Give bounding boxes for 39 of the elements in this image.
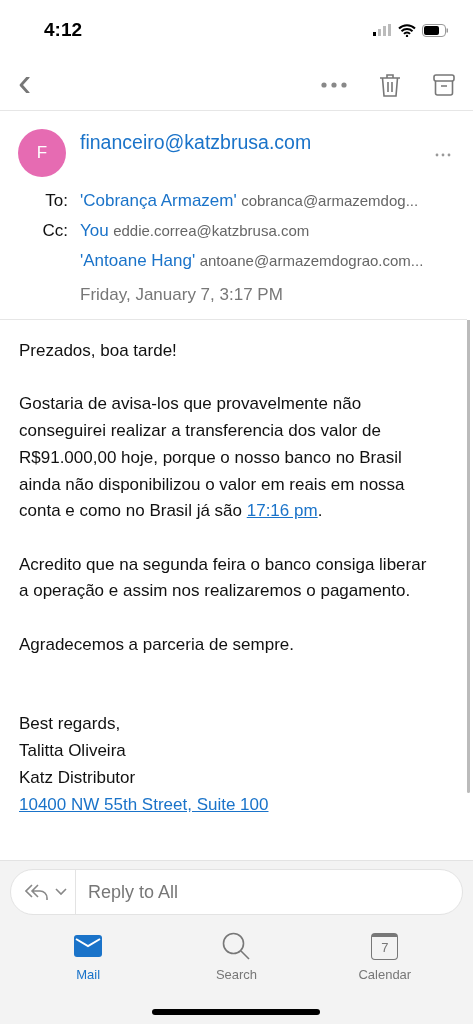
signature-line: Best regards,: [19, 713, 121, 736]
signature-line: Talitta Oliveira: [19, 740, 126, 763]
back-button[interactable]: ‹: [18, 62, 32, 102]
more-button[interactable]: [321, 82, 347, 88]
reply-all-icon: [25, 883, 49, 901]
delete-button[interactable]: [379, 73, 401, 97]
recipient-address: cobranca@armazemdog...: [241, 192, 419, 209]
time-link[interactable]: 17:16 pm: [246, 501, 318, 521]
battery-icon: [422, 23, 449, 37]
tab[interactable]: Mail: [43, 929, 134, 982]
body-paragraph: Prezados, boa tarde!: [19, 340, 178, 362]
body-paragraph: Gostaria de avisa-los que provavelmente não conseguirei realizar a transferencia dos valor de R$91.000,00 hoje, porque o nosso banco no Brasil ainda não disponibilizou o valor em reais em nossa conta e como no Brasil já são 17:16 pm.: [19, 393, 406, 523]
recipient-label: To:: [44, 191, 68, 211]
recipient-name[interactable]: 'Cobrança Armazem': [80, 191, 237, 210]
signal-icon: [373, 24, 392, 36]
chevron-down-icon: [55, 888, 67, 896]
more-icon[interactable]: [435, 153, 451, 157]
wifi-icon: [398, 23, 416, 37]
mail-icon: [74, 935, 103, 957]
avatar: F: [18, 129, 66, 177]
recipient-name[interactable]: You: [80, 221, 109, 240]
address-link[interactable]: 10400 NW 55th Street, Suite 100: [19, 794, 269, 814]
reply-bar[interactable]: Reply to All: [10, 869, 463, 915]
archive-button[interactable]: [433, 74, 455, 96]
recipient-label: Cc:: [41, 221, 68, 241]
calendar-icon: 7: [371, 932, 399, 960]
message-date: Friday, January 7, 3:17 PM: [80, 285, 284, 305]
search-icon: [222, 932, 251, 960]
status-time: 4:12: [44, 19, 83, 41]
scrollbar[interactable]: [467, 320, 470, 793]
tab[interactable]: Search: [191, 929, 282, 982]
recipient-address: antoane@armazemdograo.com...: [199, 252, 424, 269]
recipient-address: eddie.correa@katzbrusa.com: [113, 222, 310, 239]
tab[interactable]: 7 Calendar: [339, 929, 430, 982]
sender-address[interactable]: financeiro@katzbrusa.com: [80, 131, 312, 154]
body-paragraph: Acredito que na segunda feira o banco consiga liberar a operação e assim nos realizaremos o pagamento.: [19, 553, 428, 603]
body-paragraph: Agradecemos a parceria de sempre.: [19, 633, 295, 656]
recipient-name[interactable]: 'Antoane Hang': [80, 251, 196, 270]
signature-line: Katz Distributor: [19, 766, 136, 789]
